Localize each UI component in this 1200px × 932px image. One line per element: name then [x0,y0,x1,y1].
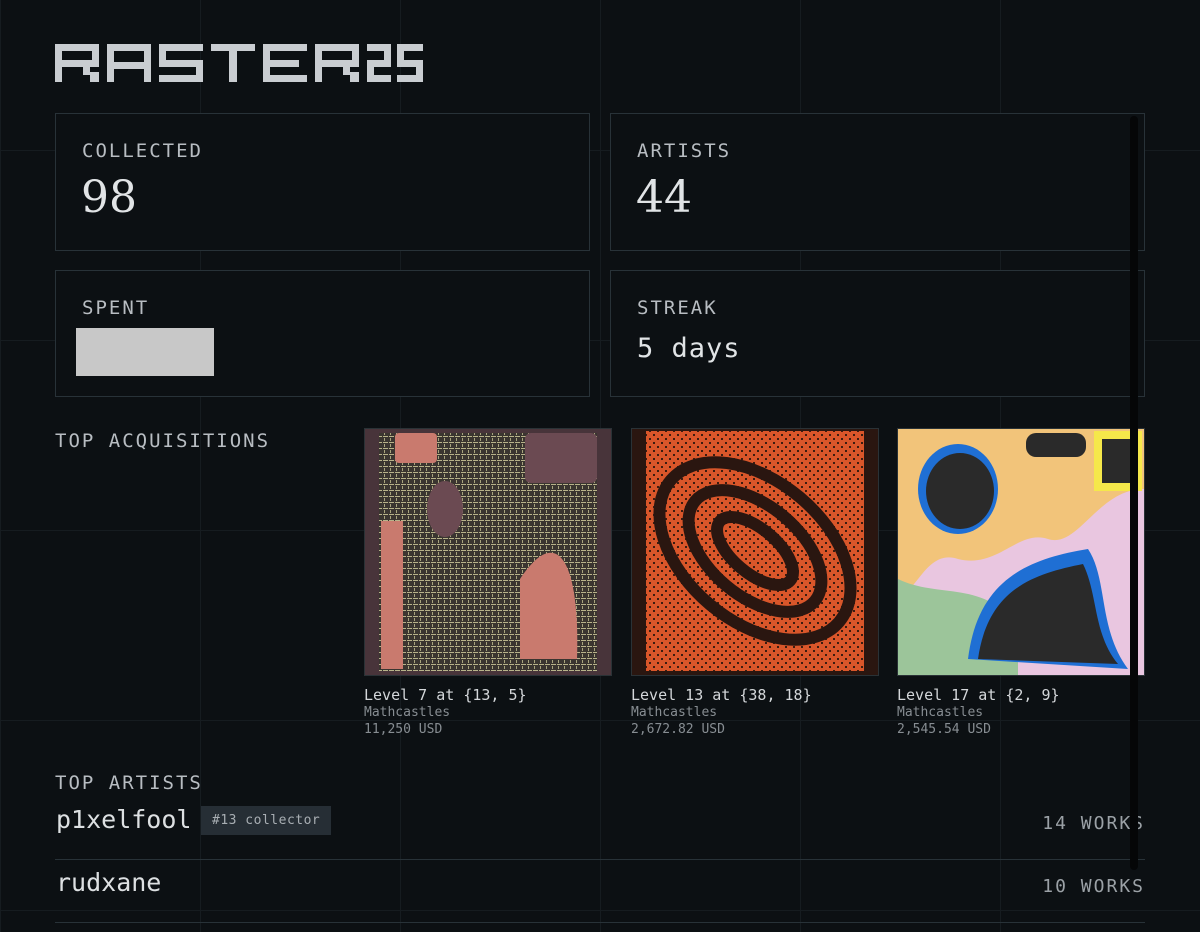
stat-value: 44 [636,172,692,223]
artist-name[interactable]: rudxane [56,868,161,897]
stat-value: 5 days [637,333,741,364]
stat-card-streak: STREAK 5 days [610,270,1145,397]
stat-value: 98 [81,172,137,223]
artwork-artist: Mathcastles [631,705,718,720]
stat-label: SPENT [82,297,150,319]
artwork-price: 11,250 USD [364,722,443,737]
artwork-thumbnail[interactable] [364,428,612,676]
artwork-price: 2,545.54 USD [897,722,991,737]
redacted-value [76,328,214,376]
acquisition-card[interactable]: Level 7 at {13, 5} Mathcastles 11,250 US… [364,428,612,738]
stat-card-spent: SPENT [55,270,590,397]
scrollbar[interactable] [1130,116,1138,870]
artist-works-count: 10 WORKS [1042,876,1145,897]
artwork-thumbnail[interactable] [897,428,1145,676]
acquisition-card[interactable]: Level 13 at {38, 18} Mathcastles 2,672.8… [631,428,879,738]
artwork-price: 2,672.82 USD [631,722,725,737]
stat-label: STREAK [637,297,718,319]
collector-rank-badge: #13 collector [201,806,332,835]
stat-label: COLLECTED [82,140,203,162]
section-title-top-acquisitions: TOP ACQUISITIONS [55,430,271,452]
artwork-thumbnail[interactable] [631,428,879,676]
section-title-top-artists: TOP ARTISTS [55,772,203,794]
artwork-title[interactable]: Level 13 at {38, 18} [631,686,879,704]
stat-card-collected: COLLECTED 98 [55,113,590,251]
stat-card-artists: ARTISTS 44 [610,113,1145,251]
raster-logo [55,44,423,82]
artist-row[interactable]: rudxane 10 WORKS [55,860,1145,923]
artist-name[interactable]: p1xelfool [56,805,191,834]
stat-label: ARTISTS [637,140,732,162]
artwork-title[interactable]: Level 17 at {2, 9} [897,686,1145,704]
artwork-artist: Mathcastles [364,705,451,720]
acquisition-card[interactable]: Level 17 at {2, 9} Mathcastles 2,545.54 … [897,428,1145,738]
artwork-artist: Mathcastles [897,705,984,720]
artist-row[interactable]: p1xelfool #13 collector 14 WORKS [55,797,1145,860]
artwork-title[interactable]: Level 7 at {13, 5} [364,686,612,704]
